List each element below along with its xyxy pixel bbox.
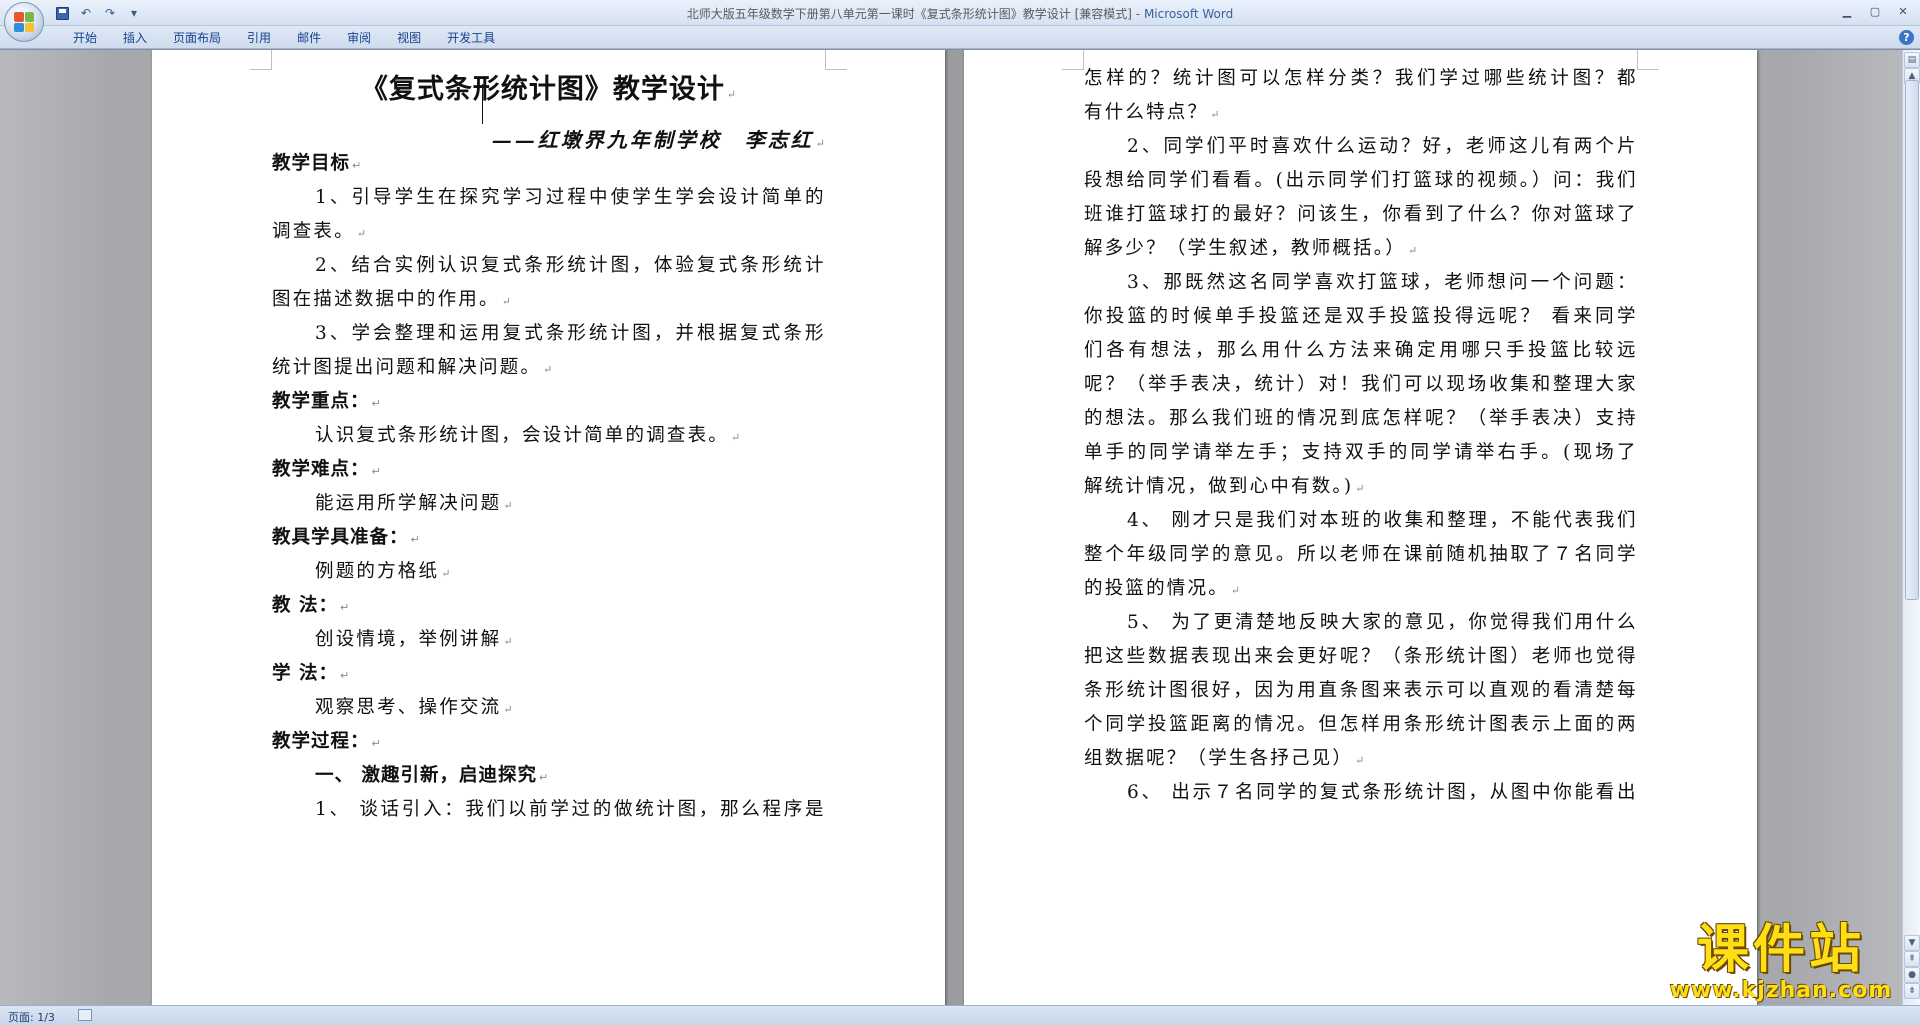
browse-object-icon[interactable]: ●	[1904, 967, 1920, 983]
window-title: 北师大版五年级数学下册第八单元第一课时《复式条形统计图》教学设计 [兼容模式] …	[686, 7, 1234, 21]
scroll-down-icon[interactable]: ▼	[1904, 935, 1920, 951]
title-bar: ↶ ↷ ▾ 北师大版五年级数学下册第八单元第一课时《复式条形统计图》教学设计 […	[0, 0, 1920, 42]
page-count-status[interactable]: 页面: 1/3	[8, 1009, 55, 1025]
status-bar: 页面: 1/3	[0, 1005, 1920, 1025]
ribbon-tab[interactable]: 页面布局	[160, 29, 234, 47]
ribbon-tab[interactable]: 开发工具	[434, 29, 508, 47]
ribbon-tab[interactable]: 引用	[234, 29, 284, 47]
next-page-icon[interactable]: ⇟	[1904, 983, 1920, 999]
paragraph-line[interactable]: 1、 谈话引入：我们以前学过的做统计图，那么程序是	[272, 789, 825, 830]
ruler-toggle-icon[interactable]: ▤	[1904, 52, 1920, 68]
minimize-icon[interactable]: ▁	[1834, 2, 1860, 20]
previous-page-icon[interactable]: ⇞	[1904, 951, 1920, 967]
scrollbar-thumb[interactable]	[1905, 80, 1919, 600]
window-controls: ▁ ▢ ✕	[1834, 2, 1916, 20]
proofing-status-icon[interactable]	[78, 1009, 92, 1021]
ribbon-tab[interactable]: 邮件	[284, 29, 334, 47]
ribbon-tab[interactable]: 开始	[60, 29, 110, 47]
watermark-name: 课件站	[1696, 920, 1865, 980]
watermark-url: www.kjzhan.com	[1669, 978, 1893, 1003]
ribbon-tab[interactable]: 插入	[110, 29, 160, 47]
margin-corner-mark	[1062, 50, 1084, 70]
close-icon[interactable]: ✕	[1890, 2, 1916, 20]
margin-corner-mark	[1637, 50, 1659, 70]
paragraph-line[interactable]: 6、 出示７名同学的复式条形统计图，从图中你能看出	[1084, 772, 1637, 813]
office-button[interactable]	[4, 2, 44, 42]
ribbon-tab-bar: 开始 插入 页面布局 引用 邮件 审阅 视图 开发工具 ?	[0, 26, 1920, 49]
app-name: Microsoft Word	[1143, 7, 1234, 21]
ribbon-tab[interactable]: 审阅	[334, 29, 384, 47]
document-title[interactable]: 《复式条形统计图》教学设计 ↵	[272, 68, 825, 112]
ribbon-tab[interactable]: 视图	[384, 29, 434, 47]
document-page-2[interactable]: 怎样的？统计图可以怎样分类？我们学过哪些统计图？都 有什么特点？ ↵ 2、同学们平时喜…	[964, 50, 1757, 1005]
vertical-scrollbar[interactable]: ▤ ▲ ▼ ⇞ ● ⇟	[1902, 50, 1920, 1005]
document-name: 北师大版五年级数学下册第八单元第一课时《复式条形统计图》教学设计 [兼容模式]	[686, 7, 1132, 21]
help-icon[interactable]: ?	[1899, 30, 1914, 45]
maximize-icon[interactable]: ▢	[1862, 2, 1888, 20]
margin-corner-mark	[250, 50, 272, 70]
site-watermark: 课件站 www.kjzhan.com	[1666, 920, 1896, 1003]
office-logo-icon	[14, 12, 34, 32]
ribbon-tabs: 开始 插入 页面布局 引用 邮件 审阅 视图 开发工具	[60, 29, 508, 47]
document-workspace: 《复式条形统计图》教学设计 ↵ ——红墩界九年制学校 李志红 ↵ 教学目标 ↵ 1、引导…	[0, 50, 1902, 1005]
document-page-1[interactable]: 《复式条形统计图》教学设计 ↵ ——红墩界九年制学校 李志红 ↵ 教学目标 ↵ 1、引导…	[152, 50, 945, 1005]
margin-corner-mark	[825, 50, 847, 70]
